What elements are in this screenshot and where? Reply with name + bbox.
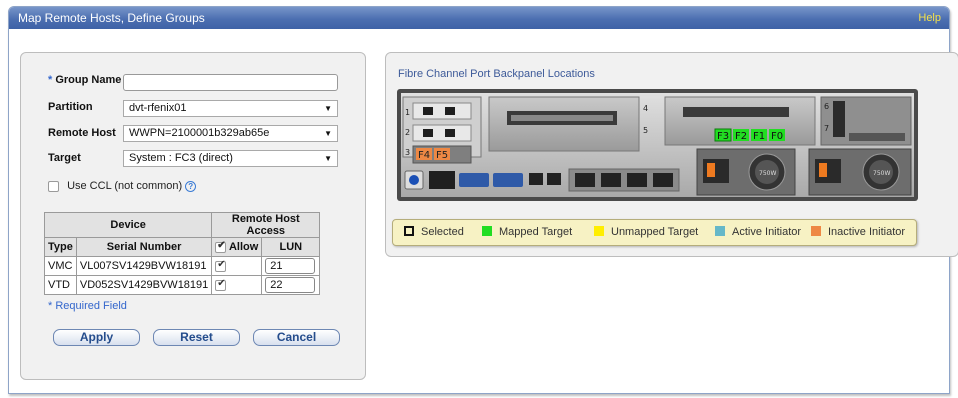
port-f4-label: F4 [418, 150, 430, 161]
lun-input[interactable]: 21 [265, 258, 316, 274]
serial-cell: VL007SV1429BVW18191 [75, 256, 213, 276]
dropdown-arrow-icon: ▼ [324, 104, 332, 113]
allow-checkbox[interactable] [215, 259, 227, 272]
server-backpanel-image: F4 F5 1 2 3 4 5 F3 F2 F1 F0 6 7 750W 750… [397, 89, 918, 201]
network-port [429, 171, 455, 189]
vga-port [493, 173, 523, 187]
legend-item-inactive: Inactive Initiator [811, 220, 905, 245]
lun-input[interactable]: 22 [265, 277, 316, 293]
required-field-note: * Required Field [48, 300, 127, 312]
remote-host-value: WWPN=2100001b329ab65e [129, 127, 270, 139]
serial-column-header: Serial Number [75, 237, 213, 257]
group-name-label-text: Group Name [55, 74, 122, 86]
table-row: VTD VD052SV1429BVW18191 22 [44, 275, 321, 295]
allow-checkbox[interactable] [215, 278, 227, 291]
usb-port-1 [529, 173, 543, 185]
legend-label: Inactive Initiator [828, 226, 906, 238]
psu-2-label: 750W [873, 170, 890, 177]
slot-number-5: 5 [643, 126, 648, 135]
dropdown-arrow-icon: ▼ [324, 129, 332, 138]
legend-label: Selected [421, 226, 464, 238]
allow-cell [211, 275, 263, 295]
legend-item-selected: Selected [404, 220, 464, 245]
serial-port [459, 173, 489, 187]
slot-number-6: 6 [824, 102, 829, 111]
lun-column-header: LUN [261, 237, 321, 257]
help-question-icon[interactable]: ? [185, 180, 197, 192]
legend-label: Active Initiator [732, 226, 802, 238]
slot-number-4: 4 [643, 104, 648, 113]
legend-item-mapped: Mapped Target [482, 220, 572, 245]
use-ccl-label: Use CCL (not common) [67, 180, 183, 192]
reset-button[interactable]: Reset [153, 329, 240, 346]
device-group-header: Device [43, 212, 213, 238]
cancel-button[interactable]: Cancel [253, 329, 340, 346]
required-marker: * [48, 74, 53, 86]
lun-cell: 21 [261, 256, 321, 276]
partition-select[interactable]: dvt-rfenix01 ▼ [123, 100, 338, 117]
help-link[interactable]: Help [918, 7, 941, 29]
slot-number-7: 7 [824, 124, 829, 133]
target-value: System : FC3 (direct) [129, 152, 233, 164]
slot-number-2: 2 [405, 128, 410, 137]
port-f2-label: F2 [735, 131, 747, 142]
target-label: Target [48, 152, 81, 164]
legend-swatch [482, 226, 492, 236]
port-f3-label: F3 [717, 131, 729, 142]
lun-cell: 22 [261, 275, 321, 295]
port-f1-label: F1 [753, 131, 765, 142]
port-f5-label: F5 [436, 150, 448, 161]
legend-swatch [404, 226, 414, 236]
slot-number-3: 3 [405, 148, 410, 157]
device-table: Device Remote Host Access Type Serial Nu… [43, 212, 321, 295]
allow-cell [211, 256, 263, 276]
allow-header-label: Allow [228, 241, 259, 253]
window-titlebar: Map Remote Hosts, Define Groups Help [9, 7, 949, 29]
usb-port-2 [547, 173, 561, 185]
allow-column-header: Allow [211, 237, 263, 257]
legend-label: Mapped Target [499, 226, 573, 238]
legend-item-active: Active Initiator [715, 220, 801, 245]
apply-button[interactable]: Apply [53, 329, 140, 346]
legend-swatch [811, 226, 821, 236]
legend-label: Unmapped Target [611, 226, 699, 238]
target-select[interactable]: System : FC3 (direct) ▼ [123, 150, 338, 167]
pcie-card-2 [412, 124, 472, 142]
table-row: VMC VL007SV1429BVW18191 21 [44, 256, 321, 276]
legend-swatch [715, 226, 725, 236]
psu-1-label: 750W [759, 170, 776, 177]
group-name-input[interactable] [123, 74, 338, 91]
type-cell: VMC [44, 256, 77, 276]
legend-item-unmapped: Unmapped Target [594, 220, 698, 245]
window-title: Map Remote Hosts, Define Groups [18, 11, 205, 25]
allow-all-checkbox[interactable] [215, 240, 227, 253]
use-ccl-row: Use CCL (not common) ? [48, 180, 197, 192]
remote-host-select[interactable]: WWPN=2100001b329ab65e ▼ [123, 125, 338, 142]
partition-label: Partition [48, 101, 93, 113]
type-cell: VTD [44, 275, 77, 295]
backpanel-title: Fibre Channel Port Backpanel Locations [398, 68, 595, 80]
slot-number-1: 1 [405, 108, 410, 117]
use-ccl-checkbox[interactable] [48, 180, 59, 192]
pcie-card-1 [412, 102, 472, 120]
dropdown-arrow-icon: ▼ [324, 154, 332, 163]
port-f0-label: F0 [771, 131, 783, 142]
type-column-header: Type [44, 237, 77, 257]
partition-value: dvt-rfenix01 [129, 102, 187, 114]
remote-host-label: Remote Host [48, 127, 116, 139]
legend-swatch [594, 226, 604, 236]
remote-access-group-header: Remote Host Access [211, 212, 321, 238]
serial-cell: VD052SV1429BVW18191 [75, 275, 213, 295]
group-name-label: * Group Name [48, 74, 121, 86]
port-legend: Selected Mapped Target Unmapped Target A… [392, 219, 917, 246]
